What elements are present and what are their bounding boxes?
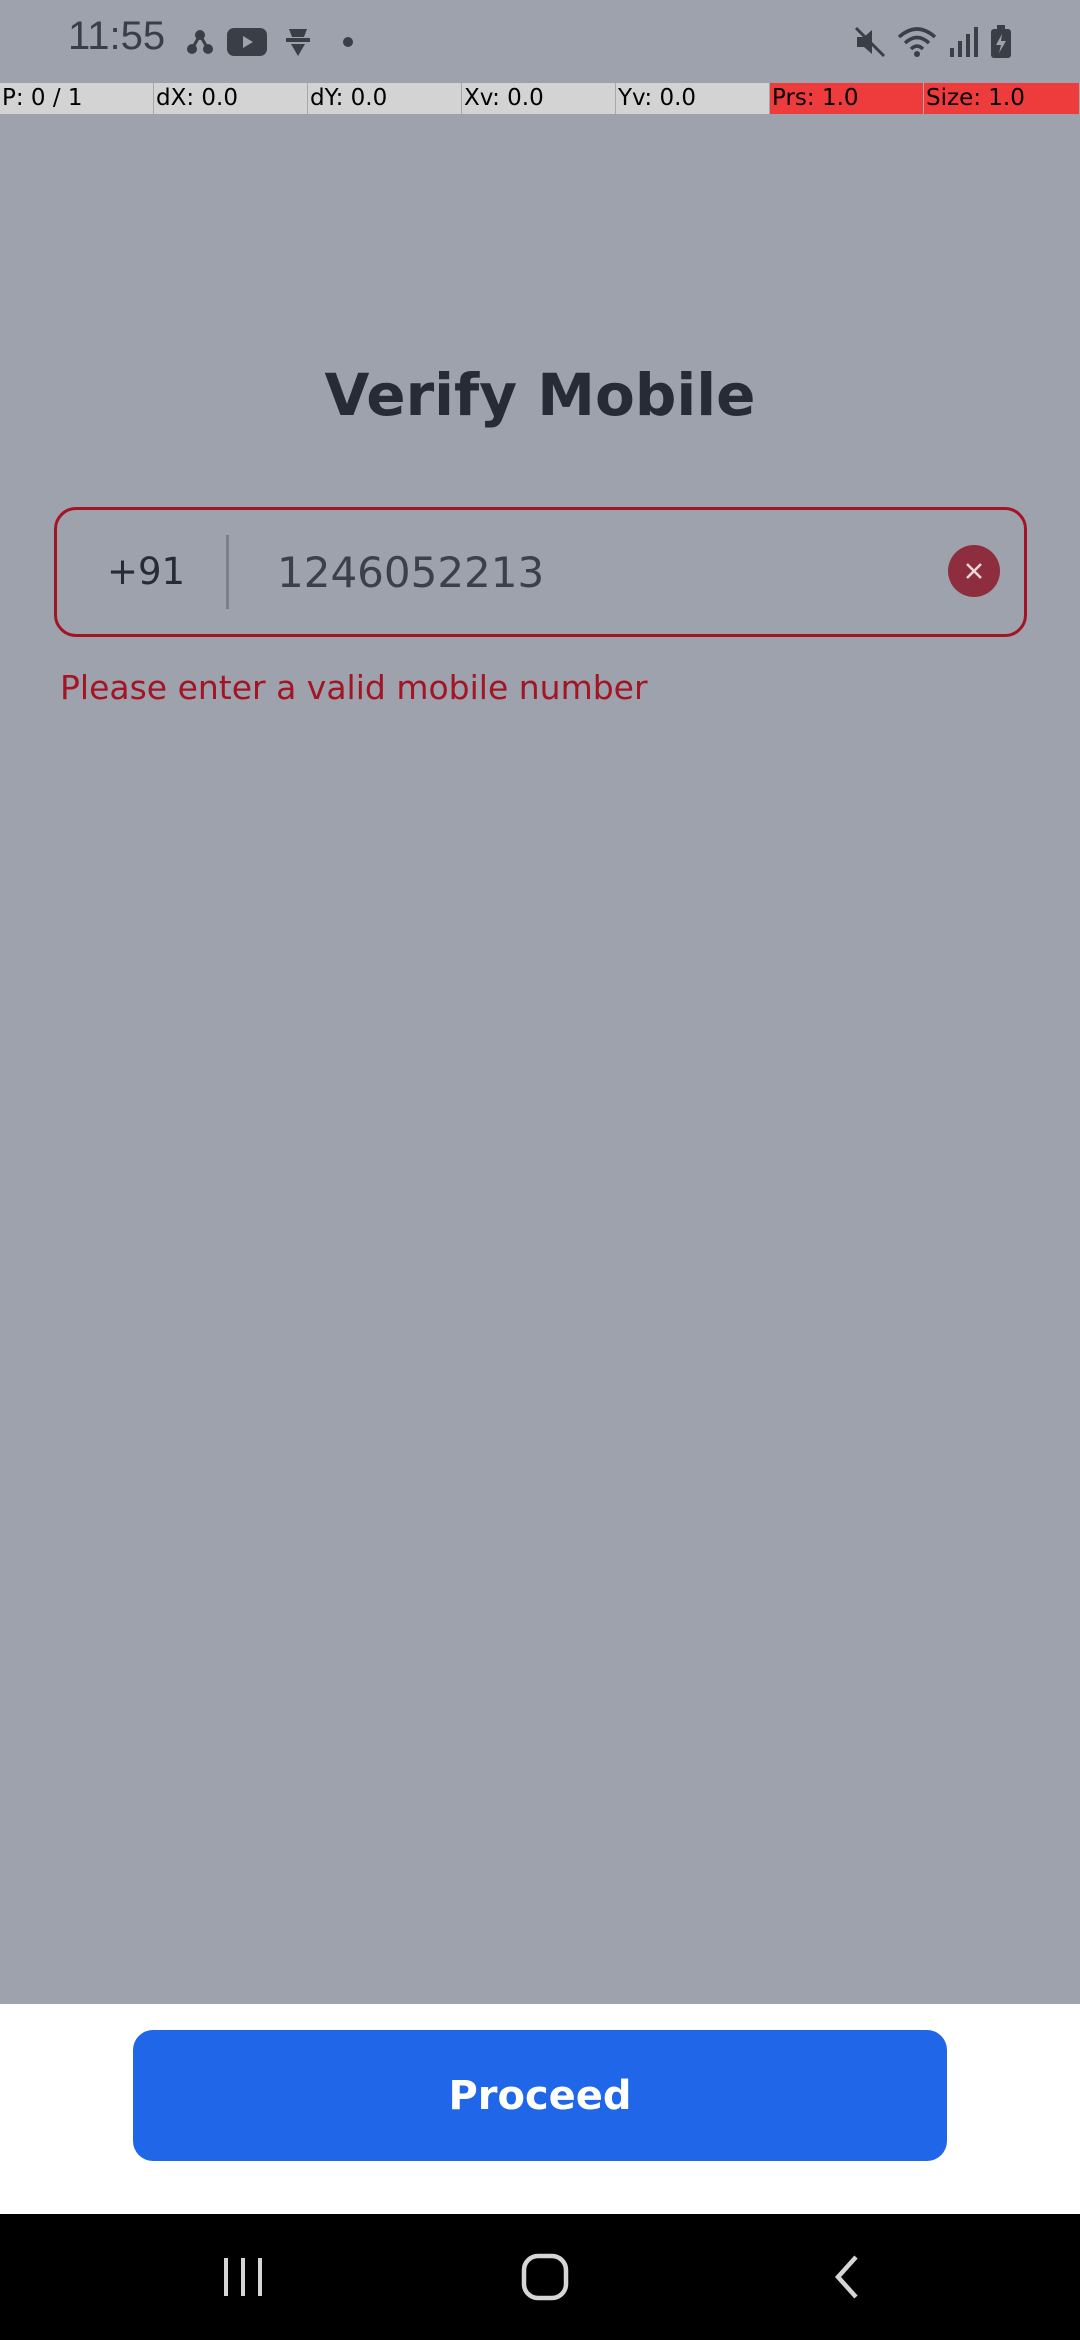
pointer-cell: Xv: 0.0 bbox=[462, 83, 616, 114]
incognito-icon bbox=[282, 22, 314, 62]
youtube-icon bbox=[226, 22, 268, 62]
nodes-icon bbox=[182, 22, 218, 62]
pointer-cell: Prs: 1.0 bbox=[770, 83, 924, 114]
home-button[interactable] bbox=[465, 2214, 625, 2340]
battery-icon bbox=[986, 22, 1016, 62]
back-button[interactable] bbox=[767, 2214, 927, 2340]
back-icon bbox=[834, 2255, 858, 2299]
field-divider bbox=[226, 535, 229, 609]
clear-input-button[interactable] bbox=[948, 545, 1000, 597]
pointer-cell: dX: 0.0 bbox=[154, 83, 308, 114]
pointer-cell: P: 0 / 1 bbox=[0, 83, 154, 114]
dot-icon bbox=[338, 22, 358, 62]
status-bar: 11:55 bbox=[0, 0, 1080, 82]
error-message: Please enter a valid mobile number bbox=[60, 668, 648, 707]
pointer-location-bar: P: 0 / 1 dX: 0.0 dY: 0.0 Xv: 0.0 Yv: 0.0 Prs:… bbox=[0, 83, 1080, 114]
navigation-bar bbox=[0, 2214, 1080, 2340]
recent-apps-icon bbox=[224, 2258, 262, 2296]
page-title: Verify Mobile bbox=[324, 361, 756, 429]
bottom-action-area: Proceed bbox=[0, 2004, 1080, 2214]
recent-apps-button[interactable] bbox=[163, 2214, 323, 2340]
mute-icon bbox=[850, 22, 890, 62]
status-time: 11:55 bbox=[68, 14, 166, 58]
mobile-number-input[interactable] bbox=[277, 510, 897, 634]
close-icon bbox=[966, 563, 982, 579]
pointer-cell: Yv: 0.0 bbox=[616, 83, 770, 114]
home-icon bbox=[521, 2253, 569, 2301]
wifi-icon bbox=[894, 22, 940, 62]
pointer-cell: dY: 0.0 bbox=[308, 83, 462, 114]
mobile-number-field: +91 bbox=[54, 507, 1027, 637]
country-code[interactable]: +91 bbox=[107, 510, 185, 634]
pointer-cell: Size: 1.0 bbox=[924, 83, 1080, 114]
proceed-button[interactable]: Proceed bbox=[133, 2030, 947, 2161]
signal-icon bbox=[946, 22, 980, 62]
